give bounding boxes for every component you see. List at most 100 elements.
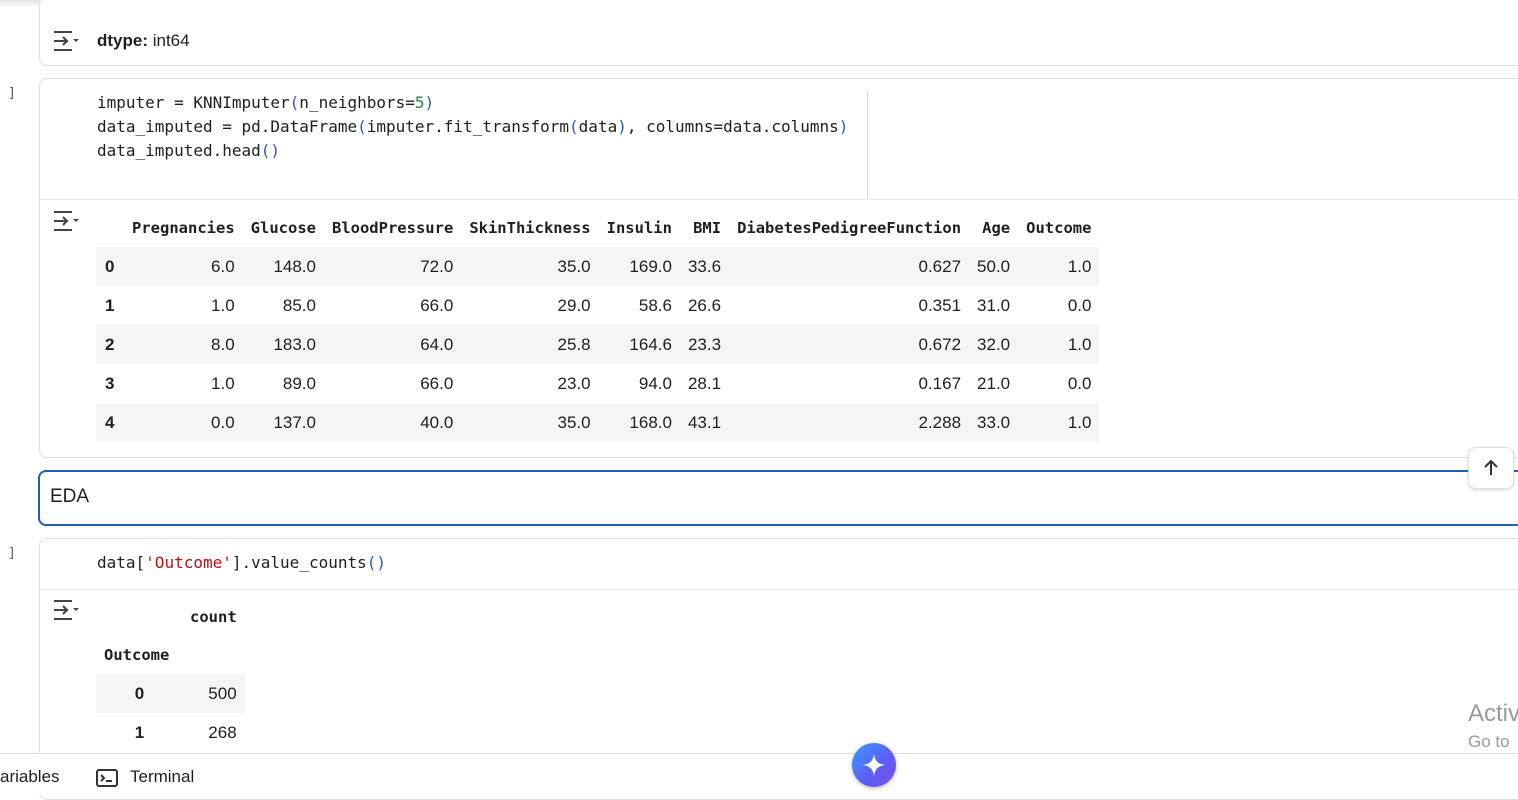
table-row: 1 268 (96, 713, 245, 752)
table-row: 2 8.0 183.0 64.0 25.8 164.6 23.3 0.672 32.0 1.0 (96, 325, 1100, 364)
code-line-1: data['Outcome'].value_counts() (97, 553, 386, 572)
value-counts-table: count Outcome 0 500 1 268 (96, 598, 245, 752)
table-header-row: Pregnancies Glucose BloodPressure SkinTh… (96, 209, 1099, 247)
dataframe-table: Pregnancies Glucose BloodPressure SkinTh… (96, 209, 1100, 442)
table-cell: 0.627 (729, 247, 970, 286)
table-cell: 1.0 (1018, 403, 1100, 442)
table-cell: 50.0 (969, 247, 1019, 286)
table-cell: 21.0 (977, 373, 1011, 393)
table-cell: 268 (208, 722, 237, 742)
table-cell: 85.0 (282, 295, 316, 315)
output-separator (40, 199, 1518, 200)
table-cell: 0.672 (729, 325, 970, 364)
row-index: 4 (96, 403, 124, 442)
table-cell: 26.6 (687, 295, 722, 315)
table-cell: 32.0 (969, 325, 1019, 364)
code-line-3: data_imputed.head() (97, 141, 281, 160)
column-header (96, 598, 182, 636)
table-cell: 2.288 (729, 403, 970, 442)
table-cell: 168.0 (598, 403, 680, 442)
activation-watermark: Activ Go to (1468, 700, 1518, 752)
table-cell: 25.8 (461, 325, 599, 364)
table-cell: 1.0 (211, 295, 235, 315)
output-toggle-icon[interactable] (52, 209, 80, 233)
markdown-cell-eda[interactable]: EDA (38, 470, 1518, 526)
code-line-1: imputer = KNNImputer(n_neighbors=5) (97, 93, 435, 112)
table-cell: 29.0 (557, 295, 591, 315)
column-header: Insulin (606, 219, 672, 237)
table-cell: 72.0 (323, 247, 462, 286)
table-row: 0 6.0 148.0 72.0 35.0 169.0 33.6 0.627 50.0 1.0 (96, 247, 1100, 286)
column-header: BloodPressure (331, 219, 454, 237)
table-cell: 0.0 (124, 403, 243, 442)
editor-divider (867, 91, 868, 199)
table-cell: 0.167 (918, 373, 962, 393)
row-index: 2 (96, 325, 124, 364)
markdown-text: EDA (50, 486, 90, 507)
column-header: BMI (693, 219, 722, 237)
output-toggle-icon[interactable] (52, 29, 80, 53)
table-cell: 169.0 (598, 247, 680, 286)
column-header: DiabetesPedigreeFunction (737, 219, 962, 237)
table-cell: 0.0 (1067, 295, 1092, 315)
row-index: 1 (105, 295, 115, 315)
code-editor[interactable]: imputer = KNNImputer(n_neighbors=5) data… (97, 91, 848, 163)
cell-run-bracket[interactable]: ] (8, 546, 16, 561)
table-cell: 31.0 (977, 295, 1011, 315)
table-cell: 23.3 (679, 325, 730, 364)
dtype-value: int64 (148, 31, 190, 50)
variables-tab[interactable]: ariables (0, 767, 60, 787)
table-cell: 35.0 (461, 403, 599, 442)
column-header (182, 636, 245, 674)
table-cell: 8.0 (124, 325, 243, 364)
table-cell: 43.1 (679, 403, 730, 442)
table-cell: 1.0 (211, 373, 235, 393)
table-cell: 183.0 (242, 325, 324, 364)
gemini-button[interactable] (852, 743, 896, 787)
table-cell: 33.0 (969, 403, 1019, 442)
table-header-row: count (96, 598, 245, 636)
cell-run-bracket[interactable]: ] (8, 86, 16, 101)
table-row: 3 1.0 89.0 66.0 23.0 94.0 28.1 0.167 21.0 0.0 (96, 364, 1099, 403)
row-index: 0 (96, 247, 124, 286)
table-cell: 28.1 (687, 373, 722, 393)
table-cell: 58.6 (638, 295, 672, 315)
code-cell-imputer[interactable]: imputer = KNNImputer(n_neighbors=5) data… (39, 78, 1518, 458)
column-header: Age (982, 219, 1011, 237)
scroll-to-top-button[interactable] (1468, 447, 1514, 489)
column-header: Pregnancies (132, 219, 235, 237)
table-row: 1 1.0 85.0 66.0 29.0 58.6 26.6 0.351 31.0 0.0 (96, 286, 1099, 325)
table-cell: 66.0 (420, 295, 454, 315)
column-header (96, 209, 124, 247)
table-cell: 0.0 (1067, 373, 1092, 393)
table-cell: 137.0 (242, 403, 324, 442)
column-header: Glucose (250, 219, 316, 237)
index-header-row: Outcome (96, 636, 245, 674)
table-cell: 40.0 (323, 403, 462, 442)
column-header: count (190, 608, 237, 626)
table-cell: 94.0 (638, 373, 672, 393)
table-cell: 500 (182, 674, 245, 713)
column-header: SkinThickness (469, 219, 591, 237)
output-toggle-icon[interactable] (52, 598, 80, 622)
table-cell: 1.0 (1018, 325, 1100, 364)
table-cell: 164.6 (598, 325, 680, 364)
table-cell: 89.0 (282, 373, 316, 393)
index-header: Outcome (104, 646, 170, 664)
dtype-output: dtype: int64 (97, 31, 190, 51)
arrow-up-icon (1484, 459, 1498, 475)
code-line-2: data_imputed = pd.DataFrame(imputer.fit_… (97, 117, 849, 136)
terminal-label: Terminal (130, 767, 195, 786)
column-header: Outcome (1026, 219, 1092, 237)
code-editor[interactable]: data['Outcome'].value_counts() (97, 551, 386, 575)
table-cell: 33.6 (679, 247, 730, 286)
terminal-icon (96, 769, 118, 787)
table-cell: 35.0 (461, 247, 599, 286)
output-cell-dtype: dtype: int64 (39, 0, 1518, 66)
table-cell: 66.0 (420, 373, 454, 393)
table-cell: 23.0 (557, 373, 591, 393)
table-cell: 0.351 (918, 295, 962, 315)
gemini-sparkle-icon (863, 754, 885, 776)
dtype-label: dtype: (97, 31, 148, 50)
watermark-line-1: Activ (1468, 700, 1518, 727)
